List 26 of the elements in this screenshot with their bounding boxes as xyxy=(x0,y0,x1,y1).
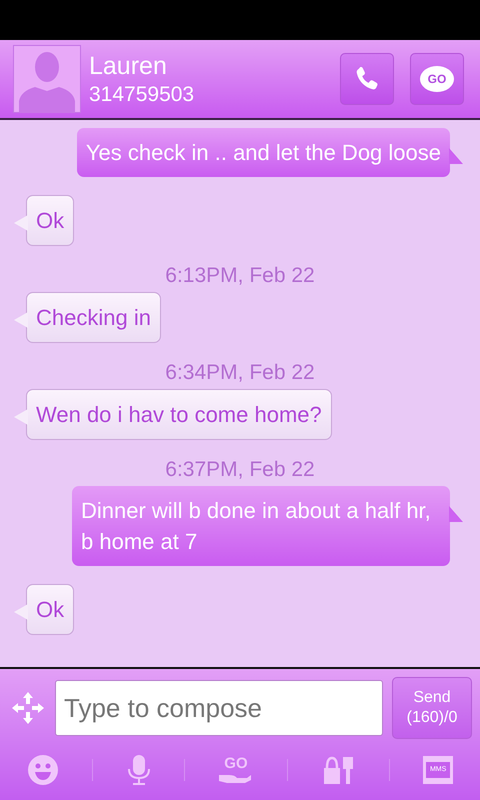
bubble-tail xyxy=(14,215,28,231)
microphone-icon[interactable] xyxy=(126,754,151,786)
move-arrows-icon[interactable] xyxy=(10,690,46,726)
bubble-tail xyxy=(14,604,28,620)
go-chat-button[interactable]: GO xyxy=(410,53,464,105)
received-message: Wen do i hav to come home? xyxy=(13,389,332,440)
send-button[interactable]: Send (160)/0 xyxy=(392,677,472,739)
message-timestamp: 6:37PM, Feb 22 xyxy=(164,458,316,482)
message-timestamp: 6:13PM, Feb 22 xyxy=(164,264,316,288)
bubble-tail xyxy=(449,506,463,522)
received-message: Ok xyxy=(13,195,74,246)
message-timestamp: 6:34PM, Feb 22 xyxy=(164,361,316,385)
bubble-tail xyxy=(14,409,28,425)
received-message: Checking in xyxy=(13,292,161,343)
bubble-tail xyxy=(14,312,28,328)
sent-message: Yes check in .. and let the Dog loose xyxy=(76,128,464,177)
call-button[interactable] xyxy=(340,53,394,105)
sent-message: Dinner will b done in about a half hr, b home at 7 xyxy=(72,486,464,566)
contact-name: Lauren xyxy=(89,52,168,80)
smiley-icon[interactable] xyxy=(26,754,59,786)
compose-field[interactable]: Type to compose xyxy=(55,680,383,736)
received-message: Ok xyxy=(13,584,74,635)
go-hand-button[interactable]: GO xyxy=(218,756,253,782)
avatar-icon xyxy=(13,45,81,113)
contact-number: 314759503 xyxy=(89,82,196,106)
bubble-tail xyxy=(449,148,463,164)
